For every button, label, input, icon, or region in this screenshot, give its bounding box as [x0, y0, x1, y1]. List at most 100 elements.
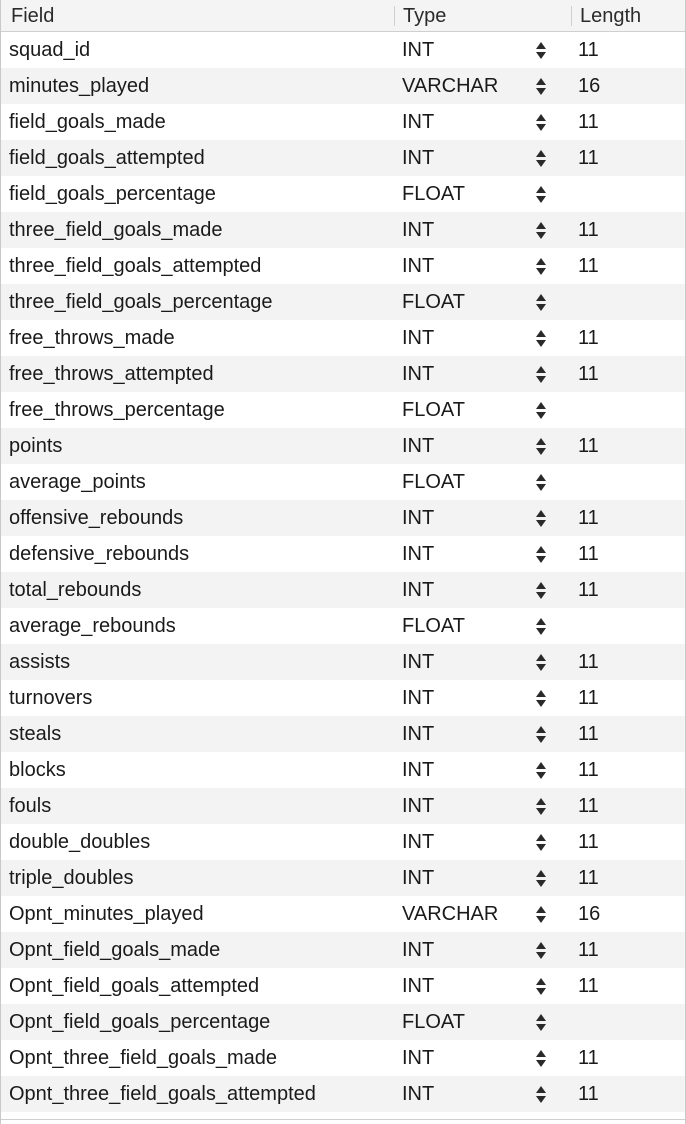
length-cell[interactable]: 11	[572, 723, 685, 746]
column-header-length[interactable]: Length	[572, 0, 685, 32]
updown-arrows-icon[interactable]	[531, 41, 551, 59]
type-select[interactable]: INT	[395, 939, 572, 962]
field-name-cell[interactable]: Opnt_minutes_played	[1, 903, 395, 926]
table-row[interactable]: blocks INT 11	[1, 752, 685, 788]
updown-arrows-icon[interactable]	[531, 941, 551, 959]
updown-arrows-icon[interactable]	[531, 509, 551, 527]
table-row[interactable]: turnovers INT 11	[1, 680, 685, 716]
field-name-cell[interactable]: free_throws_percentage	[1, 399, 395, 422]
table-row[interactable]: average_points FLOAT	[1, 464, 685, 500]
type-select[interactable]: VARCHAR	[395, 903, 572, 926]
type-select[interactable]: FLOAT	[395, 291, 572, 314]
type-select[interactable]: INT	[395, 1083, 572, 1106]
type-select[interactable]: FLOAT	[395, 1011, 572, 1034]
updown-arrows-icon[interactable]	[531, 113, 551, 131]
updown-arrows-icon[interactable]	[531, 185, 551, 203]
field-name-cell[interactable]: three_field_goals_attempted	[1, 255, 395, 278]
length-cell[interactable]: 16	[572, 903, 685, 926]
type-select[interactable]: INT	[395, 255, 572, 278]
field-name-cell[interactable]: offensive_rebounds	[1, 507, 395, 530]
type-select[interactable]: INT	[395, 219, 572, 242]
length-cell[interactable]: 11	[572, 975, 685, 998]
type-select[interactable]: FLOAT	[395, 615, 572, 638]
updown-arrows-icon[interactable]	[531, 725, 551, 743]
field-name-cell[interactable]: turnovers	[1, 687, 395, 710]
table-row[interactable]: points INT 11	[1, 428, 685, 464]
updown-arrows-icon[interactable]	[531, 365, 551, 383]
table-row[interactable]: Opnt_field_goals_percentage FLOAT	[1, 1004, 685, 1040]
length-cell[interactable]: 16	[572, 75, 685, 98]
table-row[interactable]: Opnt_three_field_goals_attempted INT 11	[1, 1076, 685, 1112]
field-name-cell[interactable]: Opnt_field_goals_percentage	[1, 1011, 395, 1034]
table-row[interactable]: Opnt_field_goals_attempted INT 11	[1, 968, 685, 1004]
field-name-cell[interactable]: double_doubles	[1, 831, 395, 854]
length-cell[interactable]: 11	[572, 111, 685, 134]
field-name-cell[interactable]: Opnt_three_field_goals_made	[1, 1047, 395, 1070]
table-row[interactable]: three_field_goals_percentage FLOAT	[1, 284, 685, 320]
type-select[interactable]: INT	[395, 363, 572, 386]
table-row[interactable]: Opnt_field_goals_made INT 11	[1, 932, 685, 968]
table-row[interactable]: fouls INT 11	[1, 788, 685, 824]
field-name-cell[interactable]: total_rebounds	[1, 579, 395, 602]
field-name-cell[interactable]: field_goals_attempted	[1, 147, 395, 170]
type-select[interactable]: INT	[395, 327, 572, 350]
field-name-cell[interactable]: average_rebounds	[1, 615, 395, 638]
length-cell[interactable]: 11	[572, 687, 685, 710]
updown-arrows-icon[interactable]	[531, 437, 551, 455]
length-cell[interactable]: 11	[572, 651, 685, 674]
field-name-cell[interactable]: Opnt_three_field_goals_attempted	[1, 1083, 395, 1106]
type-select[interactable]: INT	[395, 1047, 572, 1070]
updown-arrows-icon[interactable]	[531, 905, 551, 923]
length-cell[interactable]: 11	[572, 867, 685, 890]
field-name-cell[interactable]: average_points	[1, 471, 395, 494]
length-cell[interactable]: 11	[572, 147, 685, 170]
field-name-cell[interactable]: triple_doubles	[1, 867, 395, 890]
updown-arrows-icon[interactable]	[531, 1049, 551, 1067]
field-name-cell[interactable]: assists	[1, 651, 395, 674]
table-row[interactable]: offensive_rebounds INT 11	[1, 500, 685, 536]
table-row[interactable]: three_field_goals_made INT 11	[1, 212, 685, 248]
table-row[interactable]: defensive_rebounds INT 11	[1, 536, 685, 572]
length-cell[interactable]: 11	[572, 255, 685, 278]
type-select[interactable]: FLOAT	[395, 471, 572, 494]
length-cell[interactable]: 11	[572, 579, 685, 602]
updown-arrows-icon[interactable]	[531, 617, 551, 635]
updown-arrows-icon[interactable]	[531, 149, 551, 167]
field-name-cell[interactable]: free_throws_attempted	[1, 363, 395, 386]
length-cell[interactable]: 11	[572, 507, 685, 530]
field-name-cell[interactable]: fouls	[1, 795, 395, 818]
table-row[interactable]: three_field_goals_attempted INT 11	[1, 248, 685, 284]
updown-arrows-icon[interactable]	[531, 1085, 551, 1103]
length-cell[interactable]: 11	[572, 39, 685, 62]
table-row[interactable]: steals INT 11	[1, 716, 685, 752]
field-name-cell[interactable]: field_goals_percentage	[1, 183, 395, 206]
type-select[interactable]: FLOAT	[395, 183, 572, 206]
field-name-cell[interactable]: minutes_played	[1, 75, 395, 98]
length-cell[interactable]: 11	[572, 219, 685, 242]
updown-arrows-icon[interactable]	[531, 977, 551, 995]
field-name-cell[interactable]: three_field_goals_percentage	[1, 291, 395, 314]
field-name-cell[interactable]: defensive_rebounds	[1, 543, 395, 566]
type-select[interactable]: FLOAT	[395, 399, 572, 422]
length-cell[interactable]: 11	[572, 939, 685, 962]
length-cell[interactable]: 11	[572, 1083, 685, 1106]
type-select[interactable]: INT	[395, 867, 572, 890]
type-select[interactable]: INT	[395, 651, 572, 674]
length-cell[interactable]: 11	[572, 435, 685, 458]
updown-arrows-icon[interactable]	[531, 581, 551, 599]
updown-arrows-icon[interactable]	[531, 473, 551, 491]
type-select[interactable]: INT	[395, 435, 572, 458]
field-name-cell[interactable]: steals	[1, 723, 395, 746]
length-cell[interactable]: 11	[572, 543, 685, 566]
table-row[interactable]: double_doubles INT 11	[1, 824, 685, 860]
field-name-cell[interactable]: Opnt_field_goals_attempted	[1, 975, 395, 998]
column-header-type[interactable]: Type	[395, 0, 572, 32]
table-row[interactable]: total_rebounds INT 11	[1, 572, 685, 608]
table-row[interactable]: assists INT 11	[1, 644, 685, 680]
updown-arrows-icon[interactable]	[531, 797, 551, 815]
table-row[interactable]: minutes_played VARCHAR 16	[1, 68, 685, 104]
table-row[interactable]: field_goals_percentage FLOAT	[1, 176, 685, 212]
updown-arrows-icon[interactable]	[531, 1013, 551, 1031]
table-row[interactable]: triple_doubles INT 11	[1, 860, 685, 896]
table-row[interactable]: free_throws_made INT 11	[1, 320, 685, 356]
